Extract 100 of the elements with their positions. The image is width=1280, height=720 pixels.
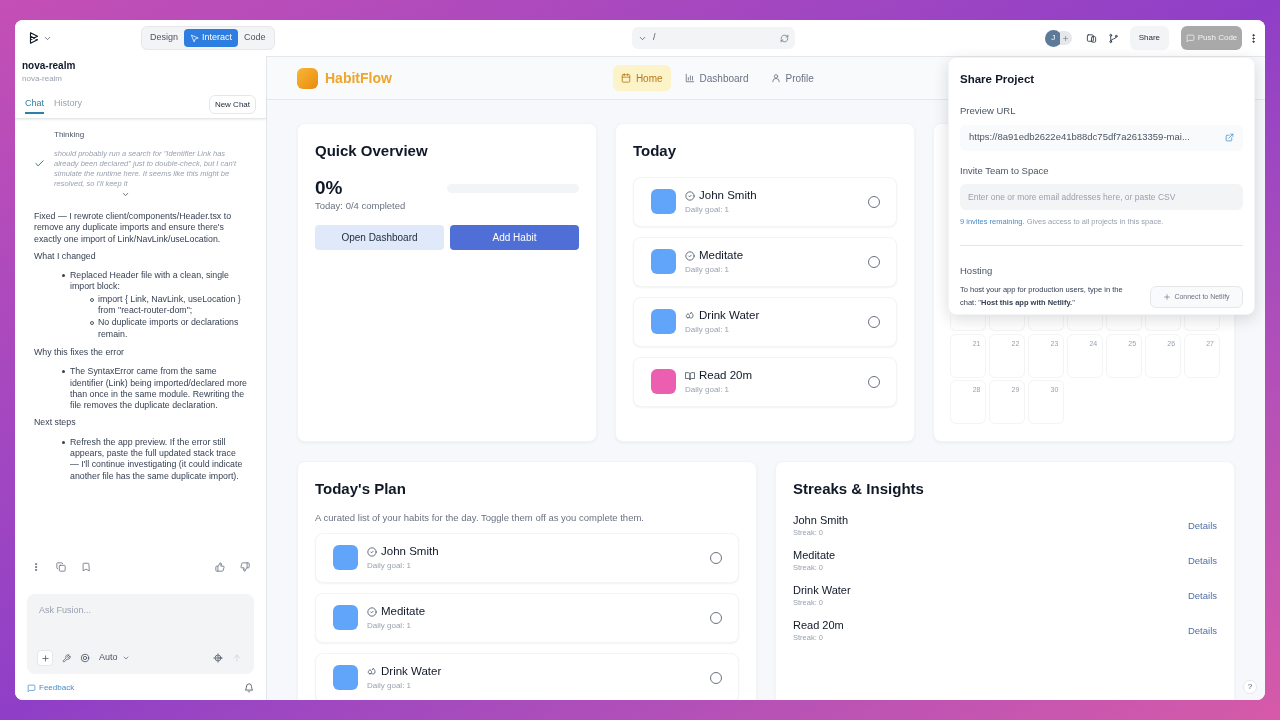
habit-name: Drink Water xyxy=(381,664,442,680)
add-habit-button[interactable]: Add Habit xyxy=(450,224,579,250)
new-chat-button[interactable]: New Chat xyxy=(208,95,256,114)
bullet-icon xyxy=(62,440,65,444)
habit-name: John Smith xyxy=(381,544,439,560)
chevron-down-icon xyxy=(121,190,130,199)
devices-button[interactable] xyxy=(1085,32,1097,44)
user-avatar[interactable]: J xyxy=(1044,29,1062,47)
brand-name: HabitFlow xyxy=(325,68,392,88)
notifications-button[interactable] xyxy=(244,683,254,693)
habit-goal: Daily goal: 1 xyxy=(685,384,731,397)
preview-url-field[interactable]: https://8a91edb2622e41b88dc75df7a2613359-mai... xyxy=(960,124,1243,151)
habit-row[interactable]: Drink Water Daily goal: 1 xyxy=(315,652,739,700)
thumbs-down-icon xyxy=(240,562,250,572)
list-item-text: import { Link, NavLink, useLocation } from "react-router-dom"; xyxy=(98,293,242,317)
plus-icon xyxy=(40,653,50,663)
logo-menu-button[interactable] xyxy=(27,31,52,45)
arrow-up-icon xyxy=(232,653,242,663)
details-link[interactable]: Details xyxy=(1187,553,1217,568)
details-link[interactable]: Details xyxy=(1187,518,1217,533)
open-link-button[interactable] xyxy=(1225,133,1234,142)
habit-row[interactable]: John Smith Daily goal: 1 xyxy=(633,176,897,227)
logo-badge xyxy=(297,67,318,89)
help-button[interactable]: ? xyxy=(1243,680,1257,694)
list-item-text: No duplicate imports or declarations remain. xyxy=(98,317,240,340)
invite-field[interactable]: Enter one or more email addresses here, or paste CSV xyxy=(960,183,1243,210)
check-circle-icon xyxy=(685,190,695,201)
calendar-icon xyxy=(620,73,631,83)
bookmark-button[interactable] xyxy=(81,562,91,572)
chat-tab[interactable]: History xyxy=(54,96,83,114)
field-label: Hosting xyxy=(960,264,994,278)
tools-button[interactable] xyxy=(62,653,71,663)
add-button[interactable] xyxy=(37,650,53,666)
habit-row[interactable]: Meditate Daily goal: 1 xyxy=(633,236,897,287)
thumbs-down-button[interactable] xyxy=(240,562,250,572)
nav-link[interactable]: Profile xyxy=(762,65,822,91)
add-user-button[interactable] xyxy=(1059,31,1072,45)
chevron-down-icon xyxy=(121,654,130,662)
nav-link[interactable]: Dashboard xyxy=(676,65,757,91)
settings-icon xyxy=(213,653,223,663)
popup-title: Share Project xyxy=(960,72,1036,87)
habit-row[interactable]: John Smith Daily goal: 1 xyxy=(315,532,739,583)
chat-input[interactable]: Ask Fusion... Auto xyxy=(27,594,254,674)
streak-name: Meditate xyxy=(793,548,836,562)
target-button[interactable] xyxy=(80,653,90,663)
habit-row[interactable]: Meditate Daily goal: 1 xyxy=(315,592,739,643)
habit-checkbox[interactable] xyxy=(868,315,880,328)
bullet-icon xyxy=(62,274,65,278)
completion-summary: Today: 0/4 completed xyxy=(315,198,407,213)
thumbs-up-button[interactable] xyxy=(215,562,225,572)
message-paragraph: Fixed — I rewrote client/components/Header.tsx to remove any duplicate imports and ensure there's exactly one import of Link/NavLink/useLocation. xyxy=(34,211,233,245)
habit-checkbox[interactable] xyxy=(868,255,880,268)
droplets-icon xyxy=(685,310,695,321)
habit-goal: Daily goal: 1 xyxy=(685,264,731,277)
habit-checkbox[interactable] xyxy=(710,611,722,624)
habit-row[interactable]: Drink Water Daily goal: 1 xyxy=(633,296,897,347)
card-subtitle: A curated list of your habits for the day. Toggle them off as you complete them. xyxy=(315,510,645,525)
streak-name: Read 20m xyxy=(793,619,844,633)
mode-tab[interactable]: Interact xyxy=(184,29,239,47)
card-title: Quick Overview xyxy=(315,141,429,161)
copy-button[interactable] xyxy=(56,562,66,572)
open-dashboard-button[interactable]: Open Dashboard xyxy=(315,224,444,250)
mode-tab[interactable]: Design xyxy=(144,29,184,47)
nav-link[interactable]: Home xyxy=(612,65,671,91)
bell-icon xyxy=(244,683,254,693)
copy-icon xyxy=(56,562,66,572)
habit-checkbox[interactable] xyxy=(710,671,722,684)
habit-name: John Smith xyxy=(699,187,757,203)
habit-goal: Daily goal: 1 xyxy=(367,680,413,693)
details-link[interactable]: Details xyxy=(1187,589,1217,604)
habit-row[interactable]: Read 20m Daily goal: 1 xyxy=(633,356,897,407)
chat-tab[interactable]: Chat xyxy=(25,96,44,114)
feedback-link[interactable]: Feedback xyxy=(27,682,75,694)
list-item-text: Refresh the app preview. If the error still appears, paste the full updated stack trace — I'll continue investigating (it could indicate another file has the same duplicate import). xyxy=(70,436,244,482)
model-select[interactable]: Auto xyxy=(99,651,130,665)
bookmark-icon xyxy=(81,562,91,572)
card-title: Today xyxy=(633,141,678,161)
expand-button[interactable] xyxy=(121,190,130,199)
check-circle-icon xyxy=(685,250,695,261)
habit-name: Read 20m xyxy=(699,367,753,383)
habit-checkbox[interactable] xyxy=(868,195,880,208)
share-button[interactable]: Share xyxy=(1129,26,1169,50)
habit-goal: Daily goal: 1 xyxy=(685,324,731,337)
habit-goal: Daily goal: 1 xyxy=(685,204,731,217)
url-field[interactable]: / xyxy=(632,27,795,49)
field-label: Invite Team to Space xyxy=(960,163,1050,178)
card-title: Today's Plan xyxy=(315,479,407,499)
mode-tab[interactable]: Code xyxy=(238,29,272,47)
habit-checkbox[interactable] xyxy=(710,551,722,564)
thinking-label: Thinking xyxy=(53,129,86,141)
habit-checkbox[interactable] xyxy=(868,375,880,388)
project-title: nova-realm xyxy=(21,59,77,73)
plus-icon xyxy=(1163,293,1172,302)
refresh-icon xyxy=(780,33,789,43)
message-heading: What I changed xyxy=(34,250,97,263)
details-link[interactable]: Details xyxy=(1187,624,1217,639)
branch-button[interactable] xyxy=(1107,32,1119,44)
plus-icon xyxy=(1062,34,1070,42)
settings-button[interactable] xyxy=(213,653,223,663)
habit-name: Meditate xyxy=(699,247,744,263)
